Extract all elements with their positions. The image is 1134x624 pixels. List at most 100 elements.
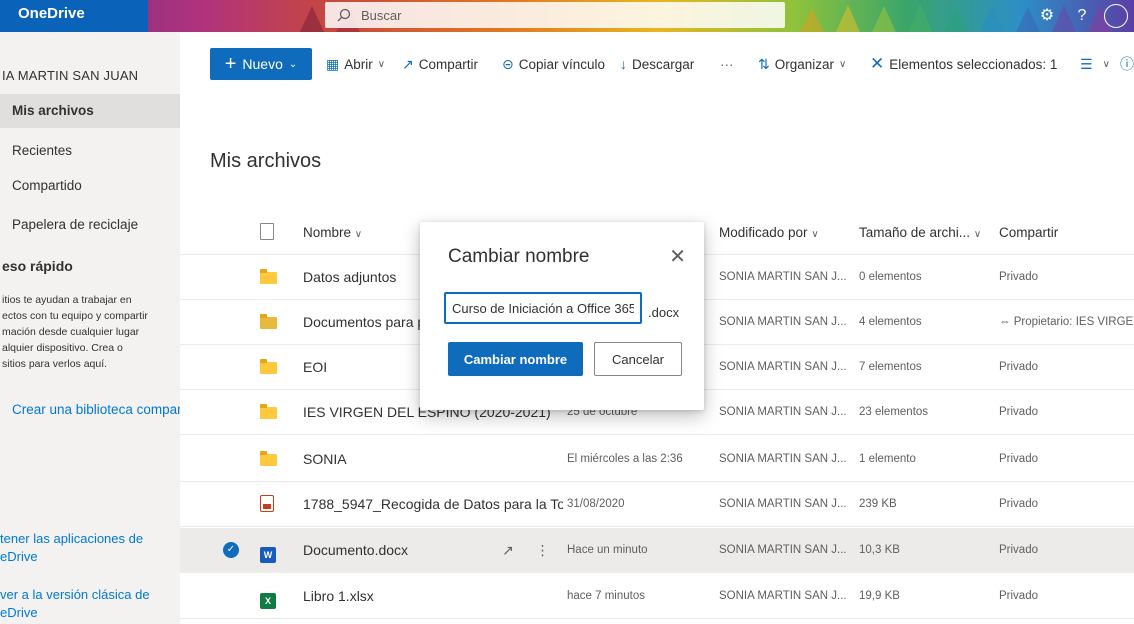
more-icon[interactable]: ⋮	[536, 542, 550, 558]
row-share: Privado	[999, 361, 1038, 373]
organize-button[interactable]: ⇅ Organizar ∨	[758, 48, 846, 80]
row-modified: 31/08/2020	[567, 498, 625, 510]
classic-version-link[interactable]: ver a la versión clásica de eDrive	[0, 586, 178, 622]
rename-input[interactable]	[444, 292, 642, 324]
column-size[interactable]: Tamaño de archi... ∨	[859, 210, 989, 255]
share-icon[interactable]: ↗	[502, 542, 514, 558]
view-options-button[interactable]: ☰ ∨	[1080, 48, 1110, 80]
nav-item-compartido[interactable]: Compartido	[0, 169, 180, 203]
link-icon: ⊝	[502, 55, 514, 72]
row-name[interactable]: Libro 1.xlsx	[303, 574, 563, 619]
excel-shape: X	[260, 593, 276, 609]
rename-dialog: Cambiar nombre ✕ .docx Cambiar nombre Ca…	[420, 222, 704, 410]
open-label: Abrir	[344, 56, 373, 72]
checkmark-icon[interactable]: ✓	[223, 542, 239, 558]
folder-icon	[260, 345, 284, 390]
column-modified-by[interactable]: Modificado por ∨	[719, 210, 849, 255]
settings-icon[interactable]: ⚙	[1035, 4, 1059, 28]
command-bar: + Nuevo ⌄ ▦ Abrir ∨ ↗ Compartir ⊝ Copiar…	[180, 48, 1134, 88]
file-icon	[260, 223, 274, 240]
page-title: Mis archivos	[210, 150, 322, 172]
chevron-down-icon: ∨	[811, 229, 819, 240]
share-button[interactable]: ↗ Compartir	[402, 48, 478, 80]
pdf-shape	[260, 495, 274, 512]
column-name-label: Nombre	[303, 225, 352, 240]
row-modified-by: SONIA MARTIN SAN J...	[719, 271, 847, 283]
plus-icon: +	[224, 53, 237, 75]
search-box[interactable]: Buscar	[325, 2, 785, 28]
row-size: 23 elementos	[859, 406, 929, 418]
row-share: Privado	[999, 406, 1038, 418]
row-name[interactable]: 1788_5947_Recogida de Datos para la Tom.…	[303, 482, 563, 527]
row-share: Privado	[999, 590, 1038, 602]
table-row-selected[interactable]: ✓ W Documento.docx ↗ ⋮ Hace un minuto SO…	[180, 528, 1134, 573]
nav-item-recientes[interactable]: Recientes	[0, 134, 180, 168]
quick-access-text: itios te ayudan a trabajar en ectos con …	[0, 292, 178, 372]
row-name[interactable]: SONIA	[303, 437, 563, 482]
create-library-link[interactable]: Crear una biblioteca compart	[0, 402, 180, 417]
copy-link-button[interactable]: ⊝ Copiar vínculo	[502, 48, 605, 80]
nav-item-papelera[interactable]: Papelera de reciclaje	[0, 208, 180, 242]
download-label: Descargar	[632, 56, 695, 72]
rename-confirm-button[interactable]: Cambiar nombre	[448, 342, 583, 376]
chevron-down-icon: ∨	[377, 58, 386, 70]
download-button[interactable]: ↓ Descargar	[620, 48, 694, 80]
row-size: 7 elementos	[859, 361, 922, 373]
quick-access-title: eso rápido	[2, 258, 73, 274]
onedrive-brand[interactable]: OneDrive	[0, 0, 148, 32]
share-label: Compartir	[418, 56, 478, 72]
selected-label: Elementos seleccionados: 1	[889, 56, 1058, 72]
row-modified-by: SONIA MARTIN SAN J...	[719, 544, 847, 556]
new-label: Nuevo	[242, 56, 283, 72]
row-share: ⇔ Propietario: IES VIRGEN...	[999, 316, 1134, 328]
pdf-icon	[260, 482, 284, 527]
row-modified-by: SONIA MARTIN SAN J...	[719, 498, 847, 510]
table-row[interactable]: X Libro 1.xlsx hace 7 minutos SONIA MART…	[180, 574, 1134, 619]
row-modified: Hace un minuto	[567, 544, 648, 556]
quick-text-line: sitios para verlos aquí.	[2, 358, 108, 370]
row-size: 10,3 KB	[859, 544, 900, 556]
row-share: Privado	[999, 544, 1038, 556]
folder-icon	[260, 437, 284, 482]
quick-text-line: alquier dispositivo. Crea o	[2, 342, 123, 354]
row-share: Privado	[999, 453, 1038, 465]
more-button[interactable]: ···	[720, 48, 734, 80]
row-size: 4 elementos	[859, 316, 922, 328]
file-type-header-icon[interactable]	[260, 210, 284, 255]
folder-icon	[260, 390, 284, 435]
column-share[interactable]: Compartir	[999, 210, 1134, 255]
chevron-down-icon: ∨	[973, 229, 982, 240]
table-row[interactable]: 1788_5947_Recogida de Datos para la Tom.…	[180, 482, 1134, 527]
get-apps-link[interactable]: tener las aplicaciones de eDrive	[0, 530, 178, 566]
help-icon[interactable]: ?	[1070, 4, 1094, 28]
download-icon: ↓	[620, 56, 627, 72]
word-icon: W	[260, 528, 284, 573]
info-glyph: ⓘ	[1120, 56, 1134, 72]
row-modified-by: SONIA MARTIN SAN J...	[719, 453, 847, 465]
table-row[interactable]: SONIA El miércoles a las 2:36 SONIA MART…	[180, 437, 1134, 482]
close-icon[interactable]: ✕	[669, 244, 686, 269]
chevron-down-icon: ∨	[354, 229, 363, 240]
sort-icon: ⇅	[758, 55, 770, 72]
avatar[interactable]	[1104, 4, 1128, 28]
column-modified-by-label: Modificado por	[719, 225, 808, 240]
info-icon[interactable]: ⓘ	[1120, 48, 1134, 80]
row-size: 1 elemento	[859, 453, 916, 465]
row-modified: hace 7 minutos	[567, 590, 645, 602]
row-size: 0 elementos	[859, 271, 922, 283]
quick-text-line: mación desde cualquier lugar	[2, 326, 140, 338]
selected-items[interactable]: ✕ Elementos seleccionados: 1	[870, 48, 1057, 80]
get-apps-line: tener las aplicaciones de	[0, 531, 144, 546]
row-modified-by: SONIA MARTIN SAN J...	[719, 406, 847, 418]
chevron-down-icon: ⌄	[288, 58, 298, 70]
classic-line: eDrive	[0, 605, 38, 620]
word-shape: W	[260, 547, 276, 563]
shared-folder-icon	[260, 300, 284, 345]
quick-text-line: ectos con tu equipo y compartir	[2, 310, 148, 322]
new-button[interactable]: + Nuevo ⌄	[210, 48, 312, 80]
cancel-button[interactable]: Cancelar	[594, 342, 682, 376]
list-view-icon: ☰	[1080, 55, 1093, 72]
open-button[interactable]: ▦ Abrir ∨	[326, 48, 385, 80]
share-icon: ↗	[402, 55, 414, 72]
nav-item-mis-archivos[interactable]: Mis archivos	[0, 94, 180, 128]
